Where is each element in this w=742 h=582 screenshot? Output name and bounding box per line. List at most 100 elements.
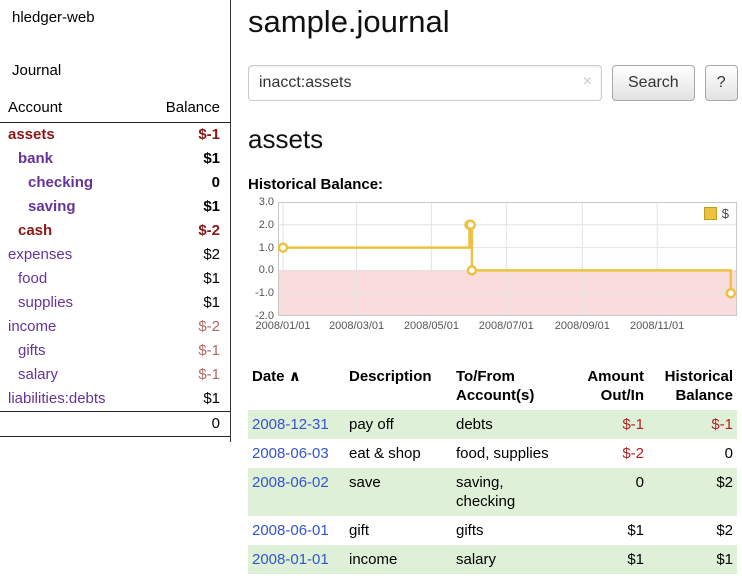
account-name-cell: food bbox=[0, 267, 142, 291]
x-tick-label: 2008/07/01 bbox=[471, 320, 541, 332]
search-button[interactable]: Search bbox=[612, 65, 695, 101]
account-row: supplies $1 bbox=[0, 291, 230, 315]
register-description: pay off bbox=[345, 410, 452, 439]
y-tick-label: 2.0 bbox=[248, 219, 274, 231]
register-date-link[interactable]: 2008-06-03 bbox=[252, 445, 329, 462]
sidebar-nav: Journal bbox=[0, 62, 230, 79]
register-row: 2008-06-03eat & shopfood, supplies$-20 bbox=[248, 439, 737, 468]
register-date-cell: 2008-12-31 bbox=[248, 410, 345, 439]
register-balance: $-1 bbox=[648, 410, 737, 439]
account-balance: $1 bbox=[142, 387, 230, 412]
account-balance: $1 bbox=[142, 195, 230, 219]
account-row: bank $1 bbox=[0, 147, 230, 171]
register-row: 2008-01-01incomesalary$1$1 bbox=[248, 545, 737, 574]
chart-plot-area: $ bbox=[278, 202, 737, 316]
register-description: eat & shop bbox=[345, 439, 452, 468]
register-row: 2008-06-01 giftgifts$1$2 bbox=[248, 516, 737, 545]
app-title-link[interactable]: hledger-web bbox=[12, 9, 95, 26]
y-tick-label: 0.0 bbox=[248, 264, 274, 276]
accounts-header-balance: Balance bbox=[142, 97, 230, 123]
hledger-web-app: hledger-web Journal Account Balance asse… bbox=[0, 0, 742, 582]
account-heading: assets bbox=[248, 124, 740, 155]
search-input[interactable] bbox=[249, 66, 601, 100]
sort-ascending-icon: ∧ bbox=[289, 368, 301, 385]
help-button[interactable]: ? bbox=[705, 65, 738, 101]
historical-balance-chart: 3.02.01.00.0-1.0-2.0 $ 2008/01/012008/03… bbox=[248, 202, 737, 342]
x-tick-label: 2008/09/01 bbox=[547, 320, 617, 332]
account-balance: 0 bbox=[142, 171, 230, 195]
account-row: salary$-1 bbox=[0, 363, 230, 387]
account-balance: $1 bbox=[142, 147, 230, 171]
register-date-cell: 2008-01-01 bbox=[248, 545, 345, 574]
account-link[interactable]: cash bbox=[18, 222, 52, 239]
register-amount: $-2 bbox=[566, 439, 648, 468]
register-accounts: gifts bbox=[452, 516, 566, 545]
account-name-cell: expenses bbox=[0, 243, 142, 267]
account-link[interactable]: expenses bbox=[8, 246, 72, 263]
account-balance: $-1 bbox=[142, 123, 230, 148]
page-title: sample.journal bbox=[248, 4, 740, 40]
account-name-cell: saving bbox=[0, 195, 142, 219]
account-link[interactable]: gifts bbox=[18, 342, 46, 359]
account-row: assets $-1 bbox=[0, 123, 230, 148]
account-name-cell: bank bbox=[0, 147, 142, 171]
account-link[interactable]: bank bbox=[18, 150, 53, 167]
chart-title: Historical Balance: bbox=[248, 176, 740, 193]
register-date-link[interactable]: 2008-01-01 bbox=[252, 551, 329, 568]
account-row: saving $1 bbox=[0, 195, 230, 219]
accounts-total-spacer bbox=[0, 412, 142, 437]
account-name-cell: assets bbox=[0, 123, 142, 148]
register-header-date[interactable]: Date ∧ bbox=[248, 367, 345, 410]
account-row: checking 0 bbox=[0, 171, 230, 195]
register-accounts: debts bbox=[452, 410, 566, 439]
account-link[interactable]: checking bbox=[28, 174, 93, 191]
register-body: 2008-12-31pay offdebts$-1$-12008-06-03ea… bbox=[248, 410, 737, 574]
register-description: gift bbox=[345, 516, 452, 545]
accounts-header-account: Account bbox=[0, 97, 142, 123]
x-tick-label: 2008/01/01 bbox=[248, 320, 318, 332]
accounts-table: Account Balance assets $-1 bank $1 checking 0… bbox=[0, 97, 230, 437]
account-row: cash$-2 bbox=[0, 219, 230, 243]
account-row: liabilities:debts $1 bbox=[0, 387, 230, 412]
account-link[interactable]: assets bbox=[8, 126, 55, 143]
register-balance: 0 bbox=[648, 439, 737, 468]
account-name-cell: supplies bbox=[0, 291, 142, 315]
account-link[interactable]: salary bbox=[18, 366, 58, 383]
account-name-cell: liabilities:debts bbox=[0, 387, 142, 412]
accounts-total-row: 0 bbox=[0, 412, 230, 437]
register-header-amount: Amount Out/In bbox=[566, 367, 648, 410]
chart-legend: $ bbox=[701, 205, 732, 222]
clear-search-icon[interactable]: × bbox=[583, 74, 592, 90]
accounts-total-balance: 0 bbox=[142, 412, 230, 437]
accounts-body: assets$-1bank$1checking0saving$1cash$-2e… bbox=[0, 123, 230, 412]
account-name-cell: income bbox=[0, 315, 142, 339]
register-date-link[interactable]: 2008-12-31 bbox=[252, 416, 329, 433]
account-link[interactable]: saving bbox=[28, 198, 76, 215]
register-amount: $1 bbox=[566, 516, 648, 545]
account-link[interactable]: supplies bbox=[18, 294, 73, 311]
account-link[interactable]: food bbox=[18, 270, 47, 287]
account-balance: $-2 bbox=[142, 315, 230, 339]
account-balance: $-1 bbox=[142, 339, 230, 363]
account-name-cell: gifts bbox=[0, 339, 142, 363]
account-name-cell: cash bbox=[0, 219, 142, 243]
account-balance: $1 bbox=[142, 291, 230, 315]
legend-swatch-icon bbox=[704, 207, 717, 220]
account-link[interactable]: liabilities:debts bbox=[8, 390, 106, 407]
register-header-balance: Historical Balance bbox=[648, 367, 737, 410]
x-tick-label: 2008/11/01 bbox=[622, 320, 692, 332]
register-description: income bbox=[345, 545, 452, 574]
account-name-cell: salary bbox=[0, 363, 142, 387]
register-amount: $1 bbox=[566, 545, 648, 574]
register-balance: $2 bbox=[648, 516, 737, 545]
register-date-link[interactable]: 2008-06-01 bbox=[252, 522, 329, 539]
search-bar: × Search ? bbox=[248, 65, 740, 101]
register-balance: $2 bbox=[648, 468, 737, 516]
register-header-description: Description bbox=[345, 367, 452, 410]
account-link[interactable]: income bbox=[8, 318, 56, 335]
register-description: save bbox=[345, 468, 452, 516]
register-date-link[interactable]: 2008-06-02 bbox=[252, 474, 329, 491]
nav-journal-link[interactable]: Journal bbox=[12, 62, 61, 79]
register-header-accounts: To/From Account(s) bbox=[452, 367, 566, 410]
register-row: 2008-06-02savesaving, checking0$2 bbox=[248, 468, 737, 516]
